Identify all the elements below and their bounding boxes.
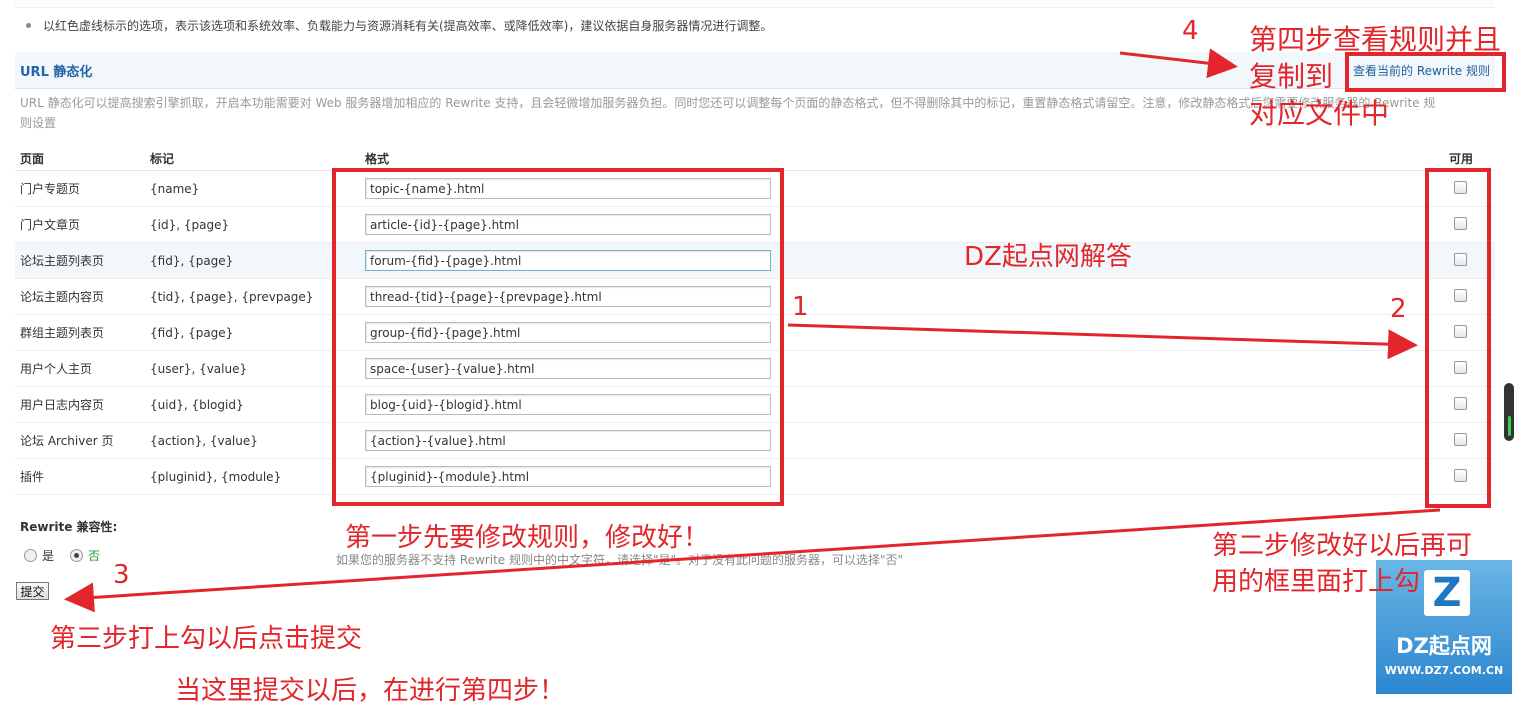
row-page: 论坛主题列表页	[15, 242, 150, 279]
view-rules-highlight-box	[1345, 52, 1506, 92]
annotation-step1: 第一步先要修改规则，修改好！	[345, 523, 710, 553]
enabled-column-highlight-box	[1425, 168, 1491, 508]
annotation-num-4: 4	[1182, 16, 1199, 46]
compat-no-radio[interactable]	[70, 549, 84, 562]
annotation-step2-line1: 第二步修改好以后再可	[1212, 531, 1473, 561]
annotation-step3-note: 当这里提交以后，在进行第四步！	[175, 676, 566, 706]
annotation-num-2: 2	[1390, 294, 1407, 324]
compat-yes-label[interactable]: 是	[42, 547, 54, 564]
annotation-step3: 第三步打上勾以后点击提交	[50, 624, 363, 654]
logo-mark: Z	[1424, 570, 1470, 616]
row-marks: {action}, {value}	[150, 422, 360, 459]
annotation-step4-line1: 第四步查看规则并且	[1249, 23, 1502, 56]
scrollbar-thumb[interactable]	[1504, 383, 1514, 441]
header-marks: 标记	[150, 146, 360, 171]
annotation-step4-line2: 复制到	[1249, 60, 1334, 93]
row-marks: {pluginid}, {module}	[150, 458, 360, 495]
top-border	[15, 0, 1495, 8]
row-marks: {uid}, {blogid}	[150, 386, 360, 423]
logo-name: DZ起点网	[1396, 634, 1492, 658]
row-page: 插件	[15, 458, 150, 495]
header-enabled: 可用	[1440, 146, 1495, 171]
bullet-icon	[26, 22, 31, 28]
row-page: 群组主题列表页	[15, 314, 150, 351]
row-marks: {fid}, {page}	[150, 314, 360, 351]
rewrite-compat-title: Rewrite 兼容性:	[20, 520, 118, 534]
submit-button[interactable]: 提交	[16, 582, 49, 600]
annotation-num-1: 1	[792, 292, 809, 322]
row-page: 用户日志内容页	[15, 386, 150, 423]
section-title: URL 静态化	[20, 65, 93, 80]
annotation-watermark: DZ起点网解答	[964, 242, 1132, 272]
compat-yes-radio[interactable]	[24, 549, 37, 562]
row-page: 用户个人主页	[15, 350, 150, 387]
row-marks: {id}, {page}	[150, 206, 360, 243]
row-marks: {name}	[150, 170, 360, 207]
compat-no-label[interactable]: 否	[88, 547, 100, 564]
annotation-step2-line2: 用的框里面打上勾	[1212, 567, 1421, 597]
annotation-num-3: 3	[113, 560, 130, 590]
row-page: 门户专题页	[15, 170, 150, 207]
row-marks: {user}, {value}	[150, 350, 360, 387]
rewrite-compat-options: 是 否	[24, 547, 100, 564]
format-column-highlight-box	[332, 168, 784, 506]
tip-text: 以红色虚线标示的选项，表示该选项和系统效率、负载能力与资源消耗有关(提高效率、或…	[43, 18, 773, 33]
header-format: 格式	[360, 146, 1440, 171]
row-page: 论坛 Archiver 页	[15, 422, 150, 459]
row-page: 论坛主题内容页	[15, 278, 150, 315]
row-marks: {fid}, {page}	[150, 242, 360, 279]
annotation-step4-line3: 对应文件中	[1249, 97, 1390, 130]
row-marks: {tid}, {page}, {prevpage}	[150, 278, 360, 315]
table-header-row: 页面 标记 格式 可用	[15, 146, 1495, 171]
row-page: 门户文章页	[15, 206, 150, 243]
section-description: URL 静态化可以提高搜索引擎抓取，开启本功能需要对 Web 服务器增加相应的 …	[20, 96, 1436, 130]
tip-row: 以红色虚线标示的选项，表示该选项和系统效率、负载能力与资源消耗有关(提高效率、或…	[20, 14, 772, 36]
logo-url: WWW.DZ7.COM.CN	[1384, 664, 1504, 677]
header-page: 页面	[15, 146, 150, 171]
